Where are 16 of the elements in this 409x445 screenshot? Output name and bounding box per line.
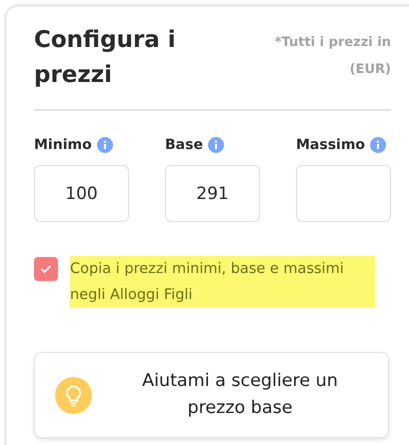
help-button[interactable]: Aiutami a scegliere un prezzo base: [34, 352, 389, 438]
field-label: Minimo: [34, 137, 92, 153]
info-icon[interactable]: [370, 137, 386, 153]
price-input[interactable]: [296, 165, 391, 222]
check-icon: [40, 264, 52, 274]
info-icon[interactable]: [96, 137, 113, 153]
checkbox-label: Copia i prezzi minimi, base e massimi negli Alloggi Figli: [70, 256, 375, 308]
currency-note: *Tutti i prezzi in (EUR): [274, 34, 391, 79]
checkbox[interactable]: [34, 257, 58, 281]
info-icon[interactable]: [208, 137, 224, 153]
price-input[interactable]: 100: [34, 165, 129, 222]
lightbulb-icon: [55, 376, 92, 414]
field-label: Massimo: [296, 137, 366, 153]
field-label: Base: [165, 137, 203, 153]
price-input[interactable]: 291: [165, 165, 260, 222]
card-title: Configura i prezzi: [34, 26, 177, 90]
